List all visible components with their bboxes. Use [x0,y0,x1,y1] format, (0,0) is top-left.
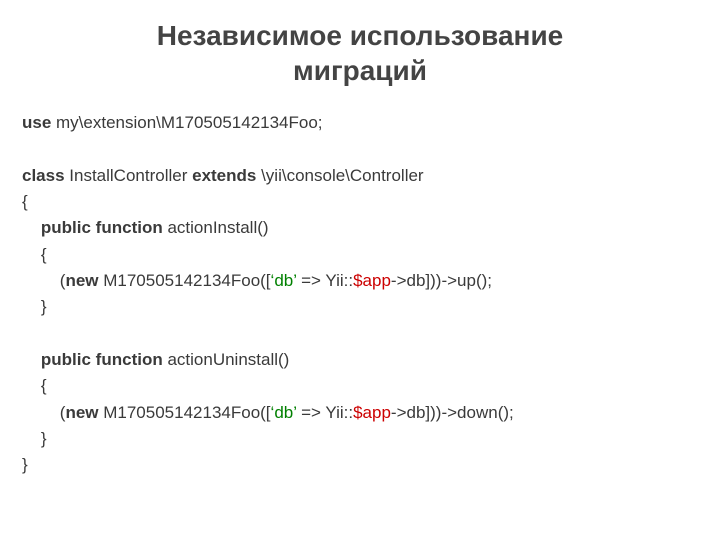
keyword-public-function-2: public function [41,350,163,369]
fn1-name: actionInstall() [163,218,269,237]
brace-open: { [22,192,28,211]
install-part-3: => Yii:: [296,271,353,290]
uninstall-part-4: ->db]))->down(); [391,403,514,422]
title-line-2: миграций [293,55,427,86]
use-path: my\extension\M170505142134Foo; [51,113,322,132]
fn2-name: actionUninstall() [163,350,290,369]
install-part-2: M170505142134Foo([ [99,271,271,290]
brace-close: } [22,455,28,474]
keyword-extends: extends [192,166,256,185]
keyword-new-2: new [65,403,98,422]
uninstall-part-1: ( [22,403,65,422]
keyword-public-function-1: public function [41,218,163,237]
var-app-2: $app [353,403,391,422]
keyword-new-1: new [65,271,98,290]
fn2-brace-close: } [22,429,47,448]
indent [22,218,41,237]
fn2-brace-open: { [22,376,47,395]
keyword-use: use [22,113,51,132]
string-db-1: ‘db’ [271,271,297,290]
slide-title: Независимое использование миграций [22,18,698,88]
title-line-1: Независимое использование [157,20,563,51]
base-class: \yii\console\Controller [256,166,423,185]
fn1-brace-close: } [22,297,47,316]
keyword-class: class [22,166,65,185]
uninstall-part-3: => Yii:: [296,403,353,422]
uninstall-part-2: M170505142134Foo([ [99,403,271,422]
code-block: use my\extension\M170505142134Foo; class… [22,110,698,479]
install-part-4: ->db]))->up(); [391,271,492,290]
indent [22,350,41,369]
slide: Независимое использование миграций use m… [0,0,720,540]
install-part-1: ( [22,271,65,290]
class-name: InstallController [65,166,193,185]
string-db-2: ‘db’ [271,403,297,422]
fn1-brace-open: { [22,245,47,264]
var-app-1: $app [353,271,391,290]
